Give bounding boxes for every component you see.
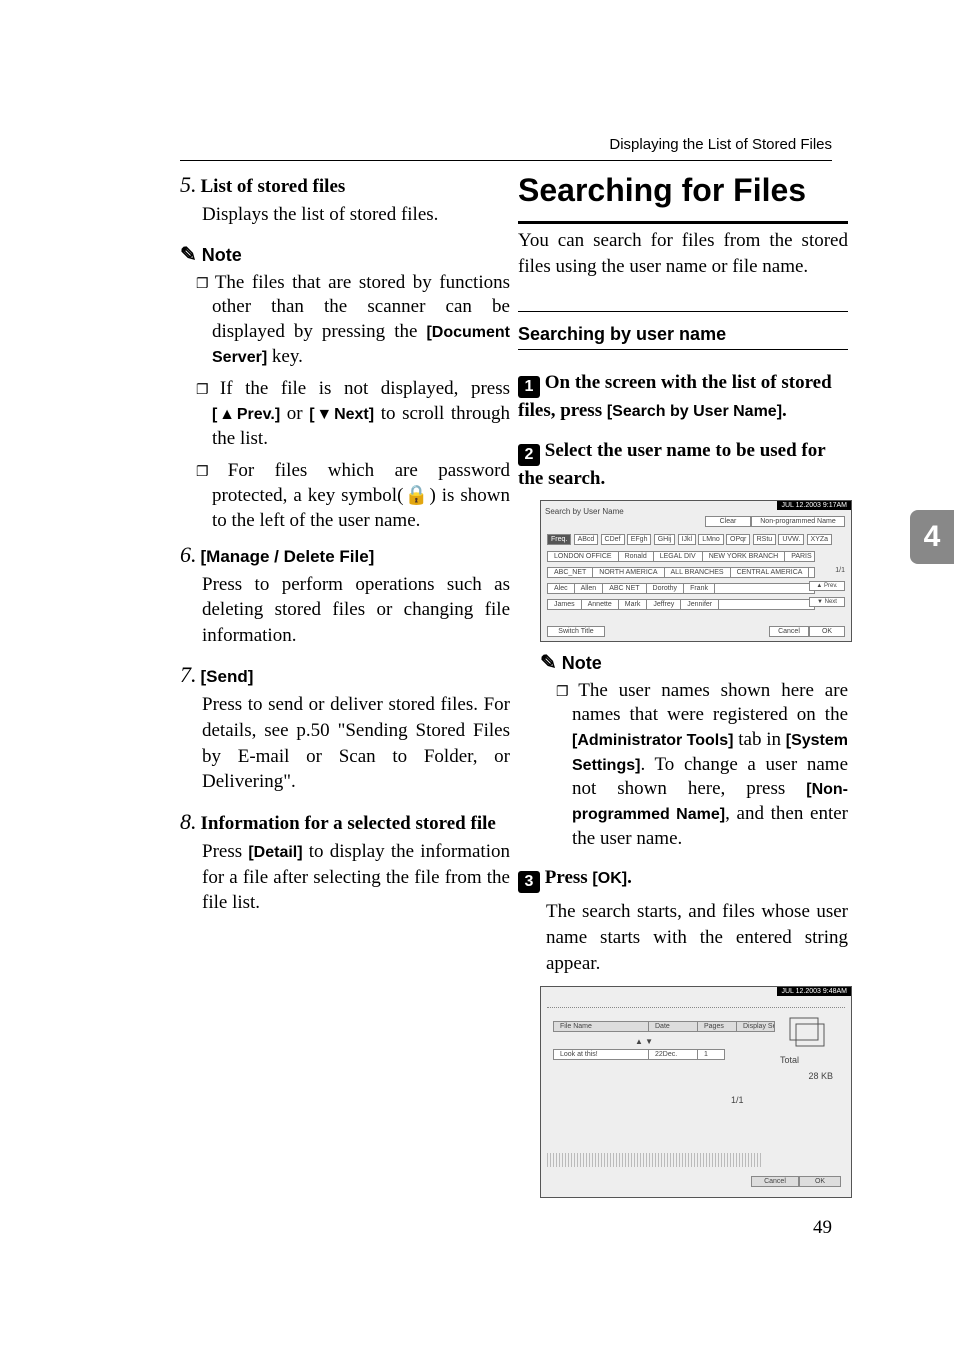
searching-for-files-heading: Searching for Files (518, 172, 848, 209)
step-5-number: 5. (180, 172, 197, 197)
instruction-1: 1 On the screen with the list of stored … (518, 370, 848, 424)
step-8-body: Press [Detail] to display the informatio… (202, 839, 510, 916)
right-note-bullet: The user names shown here are names that… (572, 679, 848, 852)
step-box-3: 3 (518, 871, 540, 893)
thumbnail-icon (789, 1017, 825, 1047)
chapter-tab: 4 (910, 510, 954, 564)
note-bullet-2: If the file is not displayed, press [▲Pr… (212, 377, 510, 451)
step-8-title: Information for a selected stored file (201, 813, 496, 834)
step-6-number: 6. (180, 542, 197, 567)
step-7-key: [Send] (201, 667, 254, 686)
step-6-body: Press to perform operations such as dele… (202, 572, 510, 649)
page-number: 49 (813, 1217, 832, 1239)
pencil-icon: ✎ (180, 244, 197, 266)
step-5-body: Displays the list of stored files. (202, 202, 510, 228)
user-name-list-screenshot: JUL 12.2003 9:17AM Search by User Name C… (540, 500, 852, 642)
left-column: 5. List of stored files Displays the lis… (180, 172, 510, 930)
step-5-title: List of stored files (201, 176, 346, 197)
searching-by-user-name-heading: Searching by user name (518, 324, 848, 345)
next-key: [▼Next] (309, 406, 374, 423)
step-box-2: 2 (518, 444, 540, 466)
pencil-icon-2: ✎ (540, 652, 557, 674)
instruction-3: 3 Press [OK]. (518, 865, 848, 893)
detail-key: [Detail] (248, 844, 302, 861)
searching-intro: You can search for files from the stored… (518, 228, 848, 279)
running-header: Displaying the List of Stored Files (609, 136, 832, 153)
search-result-screenshot: JUL 12.2003 9:48AM File NameDatePagesDis… (540, 986, 852, 1198)
note-label-2: Note (562, 653, 602, 673)
step-box-1: 1 (518, 376, 540, 398)
step-6-key: [Manage / Delete File] (201, 547, 375, 566)
note-bullet-1: The files that are stored by functions o… (212, 271, 510, 370)
step-7-body: Press to send or deliver stored files. F… (202, 692, 510, 795)
note-label: Note (202, 245, 242, 265)
right-column: Searching for Files You can search for f… (518, 172, 848, 1206)
prev-key: [▲Prev.] (212, 406, 280, 423)
step-7-number: 7. (180, 662, 197, 687)
key-symbol-icon: 🔒 (403, 485, 429, 506)
instruction-3-body: The search starts, and files whose user … (546, 899, 848, 976)
instruction-2: 2 Select the user name to be used for th… (518, 438, 848, 492)
note-bullet-3: For files which are password protected, … (212, 459, 510, 533)
step-8-number: 8. (180, 809, 197, 834)
